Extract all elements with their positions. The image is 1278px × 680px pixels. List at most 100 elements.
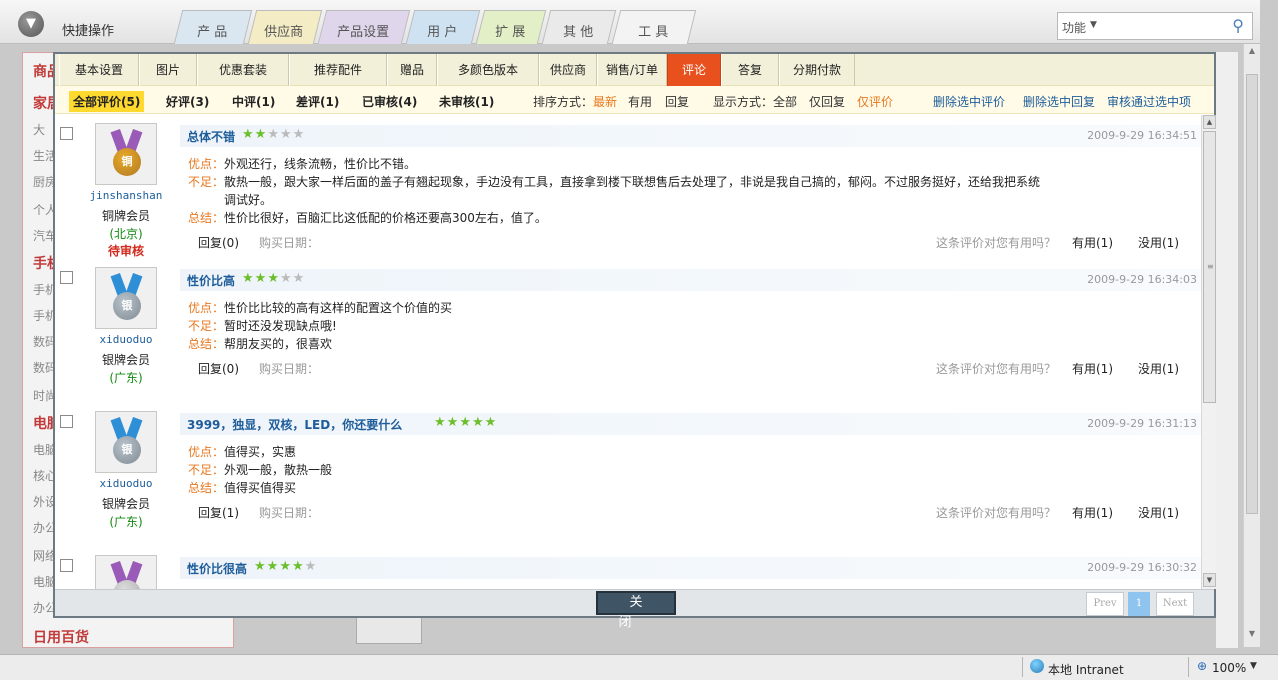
tab-8[interactable]: 评论: [667, 54, 721, 86]
background-product-image: [356, 616, 422, 644]
useless-button[interactable]: 没用(1): [1138, 504, 1179, 521]
security-zone: 本地 Intranet: [1048, 663, 1124, 677]
scroll-up-icon[interactable]: ▲: [1203, 115, 1216, 129]
pager-current-page[interactable]: 1: [1128, 592, 1150, 616]
scroll-thumb[interactable]: [1246, 74, 1258, 514]
pager-prev[interactable]: Prev: [1086, 592, 1124, 616]
tab-4[interactable]: 赠品: [387, 54, 437, 86]
useless-button[interactable]: 没用(1): [1138, 360, 1179, 377]
main-tab-label: 产 品: [197, 25, 228, 40]
tab-2[interactable]: 优惠套装: [197, 54, 289, 86]
function-search-box[interactable]: 功能 ▼ ⚲: [1057, 12, 1253, 40]
reply-link[interactable]: 回复(0): [198, 360, 239, 377]
pager-next[interactable]: Next: [1156, 592, 1194, 616]
sort-useful[interactable]: 有用: [628, 93, 652, 110]
star-icon: ★: [254, 559, 267, 574]
search-icon[interactable]: ⚲: [1232, 16, 1244, 35]
useful-button[interactable]: 有用(1): [1072, 504, 1113, 521]
pros-row: 优点：外观还行，线条流畅，性价比不错。: [188, 155, 416, 173]
main-tab-1[interactable]: 供应商: [247, 10, 323, 44]
sort-latest[interactable]: 最新: [593, 93, 617, 110]
filter-bad[interactable]: 差评(1): [296, 93, 339, 110]
status-bar: 本地 Intranet ⊕ 100% ▼: [0, 654, 1278, 680]
scroll-up-icon[interactable]: ▲: [1244, 46, 1260, 60]
pros-text: 外观还行，线条流畅，性价比不错。: [224, 157, 417, 171]
review-list-scrollbar[interactable]: ▲ ≡ ▼: [1201, 115, 1216, 589]
summary-label: 总结：: [188, 211, 225, 225]
medal-icon: 铜: [113, 148, 141, 176]
summary-label: 总结：: [188, 337, 225, 351]
useful-button[interactable]: 有用(1): [1072, 234, 1113, 251]
scroll-down-icon[interactable]: ▼: [1244, 629, 1260, 643]
main-tab-4[interactable]: 扩 展: [475, 10, 547, 44]
reviewer-name[interactable]: xiduoduo: [75, 333, 177, 346]
main-tab-3[interactable]: 用 户: [405, 10, 481, 44]
tab-6[interactable]: 供应商: [539, 54, 597, 86]
reply-link[interactable]: 回复(0): [198, 234, 239, 251]
tab-7[interactable]: 销售/订单: [597, 54, 667, 86]
main-tab-label: 其 他: [563, 25, 594, 40]
scroll-thumb[interactable]: ≡: [1203, 131, 1216, 403]
main-tab-0[interactable]: 产 品: [173, 10, 253, 44]
display-all[interactable]: 显示方式：全部: [713, 93, 797, 110]
medal-icon: 银: [113, 436, 141, 464]
filter-mid[interactable]: 中评(1): [232, 93, 275, 110]
review-checkbox[interactable]: [60, 127, 73, 140]
pros-row: 优点：性价比比较的高有这样的配置这个价值的买: [188, 299, 452, 317]
helpful-question: 这条评价对您有用吗？: [936, 362, 1057, 376]
tab-9[interactable]: 答复: [721, 54, 779, 86]
tab-5[interactable]: 多颜色版本: [437, 54, 539, 86]
main-tab-5[interactable]: 其 他: [541, 10, 617, 44]
review-date: 2009-9-29 16:30:32: [1087, 561, 1197, 574]
avatar: 银: [95, 267, 157, 329]
tab-1[interactable]: 图片: [139, 54, 197, 86]
bg-category-heading: 日用百货: [33, 630, 89, 646]
review-date: 2009-9-29 16:34:03: [1087, 273, 1197, 286]
reviewer-name[interactable]: xiduoduo: [75, 477, 177, 490]
reply-link[interactable]: 回复(1): [198, 504, 239, 521]
reviewer-name[interactable]: jinshanshan: [75, 189, 177, 202]
star-icon: ★: [254, 271, 268, 286]
scroll-down-icon[interactable]: ▼: [1203, 573, 1216, 587]
zoom-icon[interactable]: ⊕: [1197, 659, 1207, 673]
sort-reply[interactable]: 回复: [665, 93, 689, 110]
filter-good[interactable]: 好评(3): [166, 93, 209, 110]
dropdown-arrow-icon[interactable]: ▼: [1090, 20, 1097, 30]
approve-selected-link[interactable]: 审核通过选中项: [1107, 93, 1191, 110]
tab-0[interactable]: 基本设置: [59, 54, 139, 86]
display-only-reply[interactable]: 仅回复: [809, 93, 845, 110]
quick-ops-arrow-icon[interactable]: ▼: [18, 11, 44, 37]
avatar: 银: [95, 411, 157, 473]
close-button[interactable]: 关闭: [596, 591, 676, 630]
reviewer-location: (北京): [109, 227, 143, 241]
review-checkbox[interactable]: [60, 271, 73, 284]
review-checkbox[interactable]: [60, 559, 73, 572]
star-icon: ★: [304, 559, 318, 574]
delete-selected-replies-link[interactable]: 删除选中回复: [1023, 93, 1095, 110]
zoom-dropdown-icon[interactable]: ▼: [1250, 661, 1257, 671]
tab-3[interactable]: 推荐配件: [289, 54, 387, 86]
filter-unreviewed[interactable]: 未审核(1): [439, 93, 494, 110]
cons-text-continued: 调试好。: [224, 193, 273, 207]
tab-10[interactable]: 分期付款: [779, 54, 855, 86]
bg-category-item: 大: [33, 123, 46, 137]
review-item: 银 xiduoduo 银牌会员 (广东) 3999，独显，双核，LED，你还要什么 ★★★…: [55, 403, 1201, 547]
main-tab-label: 产品设置: [337, 25, 390, 40]
review-checkbox[interactable]: [60, 415, 73, 428]
window-scrollbar[interactable]: ▲ ▼: [1243, 44, 1260, 647]
main-tab-2[interactable]: 产品设置: [317, 10, 411, 44]
filter-reviewed[interactable]: 已审核(4): [362, 93, 417, 110]
filter-all[interactable]: 全部评价(5): [69, 91, 145, 112]
delete-selected-reviews-link[interactable]: 删除选中评价: [933, 93, 1005, 110]
main-tab-6[interactable]: 工 具: [611, 10, 697, 44]
useless-button[interactable]: 没用(1): [1138, 234, 1179, 251]
pros-label: 优点：: [188, 301, 225, 315]
star-icon: ★: [279, 127, 293, 142]
summary-text: 帮朋友买的，很喜欢: [224, 337, 333, 351]
zoom-level[interactable]: 100%: [1212, 661, 1246, 675]
quick-ops-label[interactable]: 快捷操作: [62, 20, 114, 39]
pros-text: 值得买，实惠: [224, 445, 297, 459]
useful-button[interactable]: 有用(1): [1072, 360, 1113, 377]
review-title: 性价比高: [187, 274, 236, 288]
display-only-review[interactable]: 仅评价: [857, 93, 893, 110]
